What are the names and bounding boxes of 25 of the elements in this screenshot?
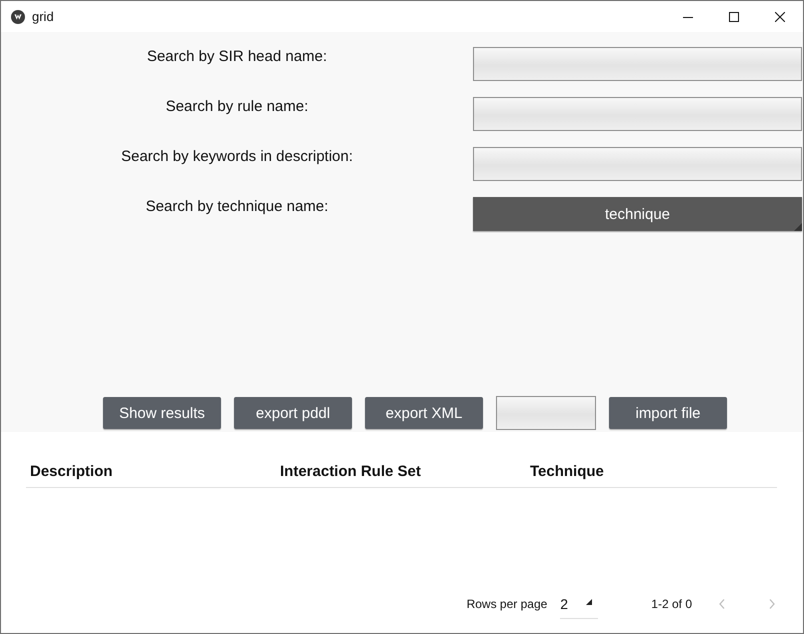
corner-triangle-icon — [794, 223, 802, 231]
action-button[interactable]: Show results — [103, 397, 221, 429]
maximize-icon — [729, 12, 739, 22]
action-button[interactable]: import file — [609, 397, 727, 429]
rows-per-page-select[interactable]: 2 — [560, 589, 598, 619]
field-label: Search by technique name: — [146, 197, 328, 217]
column-header: Description — [29, 463, 114, 481]
app-logo-icon — [11, 10, 25, 24]
column-header: Technique — [529, 463, 605, 481]
field-label: Search by keywords in description: — [121, 147, 353, 167]
technique-dropdown[interactable]: technique — [473, 197, 802, 231]
action-button[interactable]: export pddl — [234, 397, 352, 429]
window-title: grid — [32, 9, 54, 24]
field-label: Search by rule name: — [166, 97, 308, 117]
page-range-text: 1-2 of 0 — [651, 597, 692, 611]
rows-per-page-label: Rows per page — [466, 597, 548, 611]
column-header: Interaction Rule Set — [279, 463, 422, 481]
close-icon — [775, 12, 785, 22]
search-field[interactable] — [473, 147, 802, 181]
field-label: Search by SIR head name: — [146, 47, 328, 67]
caret-icon — [586, 599, 592, 605]
file-path-field[interactable] — [496, 396, 596, 430]
search-field[interactable] — [473, 47, 802, 81]
search-field[interactable] — [473, 97, 802, 131]
action-button[interactable]: export XML — [365, 397, 483, 429]
